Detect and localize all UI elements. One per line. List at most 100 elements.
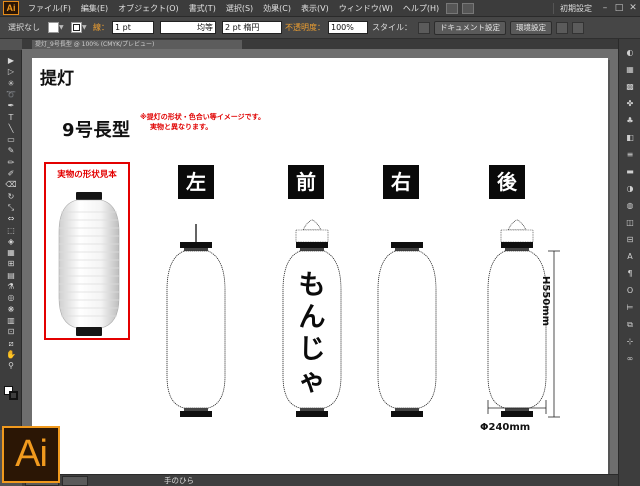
lantern-back-top-ring: [501, 242, 533, 248]
zoom-tool-button[interactable]: ⚲: [4, 360, 18, 371]
gradient-tool-button[interactable]: ▤: [4, 270, 18, 281]
lantern-left-top-ring-lower: [184, 248, 208, 251]
perspective-grid-tool-button[interactable]: ▦: [4, 247, 18, 258]
menu-effect[interactable]: 効果(C): [258, 3, 296, 14]
menu-select[interactable]: 選択(S): [221, 3, 258, 14]
pathfinder-panel-icon[interactable]: ⧉: [624, 319, 636, 330]
align-panel-icon[interactable]: ⊨: [624, 302, 636, 313]
panel-dock: ◐ ▦ ▩ ✤ ♣ ◧ ≡ ▬ ◑ ◍ ◫ ⊟ A ¶ O ⊨ ⧉ ⊹ ∞: [618, 39, 640, 486]
line-tool-button[interactable]: ╲: [4, 123, 18, 134]
lantern-back-body: [487, 250, 547, 409]
bridge-icon[interactable]: [446, 2, 459, 14]
current-tool-status[interactable]: 手のひら: [164, 475, 194, 486]
blend-tool-button[interactable]: ◎: [4, 292, 18, 303]
canvas-area[interactable]: 提灯 9号長型 ※提灯の形状・色合い等イメージです。 実物と異なります。 実物の…: [22, 49, 618, 474]
eyedropper-tool-button[interactable]: ⚗: [4, 281, 18, 292]
eraser-tool-button[interactable]: ⌫: [4, 179, 18, 190]
paintbrush-tool-icon: ✎: [7, 146, 15, 156]
scale-tool-button[interactable]: ⤡: [4, 202, 18, 213]
transparency-panel-icon[interactable]: ◑: [624, 183, 636, 194]
panel-menu-icon[interactable]: [572, 21, 584, 34]
slice-tool-button[interactable]: ⧄: [4, 338, 18, 349]
lasso-tool-button[interactable]: ➰: [4, 89, 18, 100]
fill-dropdown-icon[interactable]: ▼: [59, 24, 65, 31]
opacity-field[interactable]: 100%: [328, 21, 368, 34]
lantern-left-bottom-ring-upper: [184, 408, 208, 411]
character-panel-icon[interactable]: A: [624, 251, 636, 262]
stroke-color-icon[interactable]: [9, 391, 18, 400]
layers-panel-icon[interactable]: ◫: [624, 217, 636, 228]
type-tool-button[interactable]: T: [4, 112, 18, 123]
preferences-button[interactable]: 環境設定: [510, 20, 552, 35]
blob-brush-tool-button[interactable]: ✐: [4, 168, 18, 179]
graphic-styles-panel-icon[interactable]: ◧: [624, 132, 636, 143]
stroke-panel-icon[interactable]: ≡: [624, 149, 636, 160]
workspace-switcher[interactable]: 初期設定: [553, 2, 598, 14]
direct-selection-tool-button[interactable]: ▷: [4, 66, 18, 77]
selection-tool-button[interactable]: ▶: [4, 55, 18, 66]
color-guide-panel-icon[interactable]: ▦: [624, 64, 636, 75]
gradient-panel-icon[interactable]: ▬: [624, 166, 636, 177]
menu-file[interactable]: ファイル(F): [23, 3, 76, 14]
swatches-panel-icon[interactable]: ▩: [624, 81, 636, 92]
close-button[interactable]: ✕: [626, 3, 640, 13]
links-panel-icon[interactable]: ∞: [624, 353, 636, 364]
opentype-panel-icon[interactable]: O: [624, 285, 636, 296]
stroke-profile-field[interactable]: 均等: [160, 21, 216, 34]
menu-window[interactable]: ウィンドウ(W): [334, 3, 398, 14]
rectangle-tool-button[interactable]: ▭: [4, 134, 18, 145]
appearance-panel-icon[interactable]: ◍: [624, 200, 636, 211]
paragraph-panel-icon[interactable]: ¶: [624, 268, 636, 279]
lantern-back-hood: [507, 219, 527, 231]
shape-builder-tool-button[interactable]: ◈: [4, 236, 18, 247]
stroke-width-field[interactable]: 1 pt: [112, 21, 154, 34]
app-logo-icon: Ai: [3, 1, 19, 15]
arrange-icon[interactable]: [556, 21, 568, 34]
lantern-front-top-ring: [296, 242, 328, 248]
brush-definition-field[interactable]: 2 pt 楕円: [222, 21, 282, 34]
fill-swatch[interactable]: [48, 22, 59, 33]
stroke-dropdown-icon[interactable]: ▼: [82, 24, 88, 31]
menu-type[interactable]: 書式(T): [184, 3, 221, 14]
free-transform-tool-button[interactable]: ⬚: [4, 225, 18, 236]
artboard[interactable]: 提灯 9号長型 ※提灯の形状・色合い等イメージです。 実物と異なります。 実物の…: [32, 58, 608, 474]
gradient-tool-icon: ▤: [7, 270, 15, 280]
graph-tool-button[interactable]: ▥: [4, 315, 18, 326]
maximize-button[interactable]: □: [612, 3, 626, 13]
width-tool-button[interactable]: ⇔: [4, 213, 18, 224]
artboard-navigator[interactable]: [62, 475, 88, 486]
hand-tool-button[interactable]: ✋: [4, 349, 18, 360]
opacity-label[interactable]: 不透明度：: [285, 22, 325, 33]
lantern-back-top-ring-lower: [505, 248, 529, 251]
pencil-tool-button[interactable]: ✏: [4, 157, 18, 168]
graph-tool-icon: ▥: [7, 315, 15, 325]
menu-view[interactable]: 表示(V): [296, 3, 334, 14]
arrange-documents-icon[interactable]: [462, 2, 475, 14]
symbol-sprayer-tool-button[interactable]: ❋: [4, 304, 18, 315]
transform-panel-icon[interactable]: ⊹: [624, 336, 636, 347]
tools-panel: ▶ ▷ ✳ ➰ ✒ T ╲ ▭ ✎ ✏ ✐ ⌫ ↻ ⤡ ⇔ ⬚ ◈ ▦ ⊞ ▤ ⚗ ◎ ❋ ▥ ⊡ ⧄ ✋ ⚲: [0, 50, 22, 430]
pen-tool-button[interactable]: ✒: [4, 100, 18, 111]
document-setup-button[interactable]: ドキュメント設定: [434, 20, 506, 35]
document-tab[interactable]: 提灯_9号長型 @ 100% (CMYK/プレビュー): [32, 40, 242, 49]
stroke-swatch[interactable]: [71, 22, 82, 33]
stroke-label[interactable]: 線：: [93, 22, 109, 33]
menu-object[interactable]: オブジェクト(O): [113, 3, 184, 14]
artboards-panel-icon[interactable]: ⊟: [624, 234, 636, 245]
menu-help[interactable]: ヘルプ(H): [398, 3, 444, 14]
artboard-tool-button[interactable]: ⊡: [4, 326, 18, 337]
selection-status: 選択なし: [8, 23, 40, 32]
lantern-back-bottom-ring-upper: [505, 408, 529, 411]
magic-wand-tool-button[interactable]: ✳: [4, 78, 18, 89]
brushes-panel-icon[interactable]: ✤: [624, 98, 636, 109]
slice-tool-icon: ⧄: [8, 338, 14, 348]
symbols-panel-icon[interactable]: ♣: [624, 115, 636, 126]
paintbrush-tool-button[interactable]: ✎: [4, 145, 18, 156]
menu-edit[interactable]: 編集(E): [76, 3, 113, 14]
graphic-style-swatch[interactable]: [418, 21, 430, 34]
zoom-tool-icon: ⚲: [8, 361, 14, 371]
rotate-tool-button[interactable]: ↻: [4, 191, 18, 202]
mesh-tool-button[interactable]: ⊞: [4, 258, 18, 269]
minimize-button[interactable]: –: [598, 3, 612, 13]
color-panel-icon[interactable]: ◐: [624, 47, 636, 58]
